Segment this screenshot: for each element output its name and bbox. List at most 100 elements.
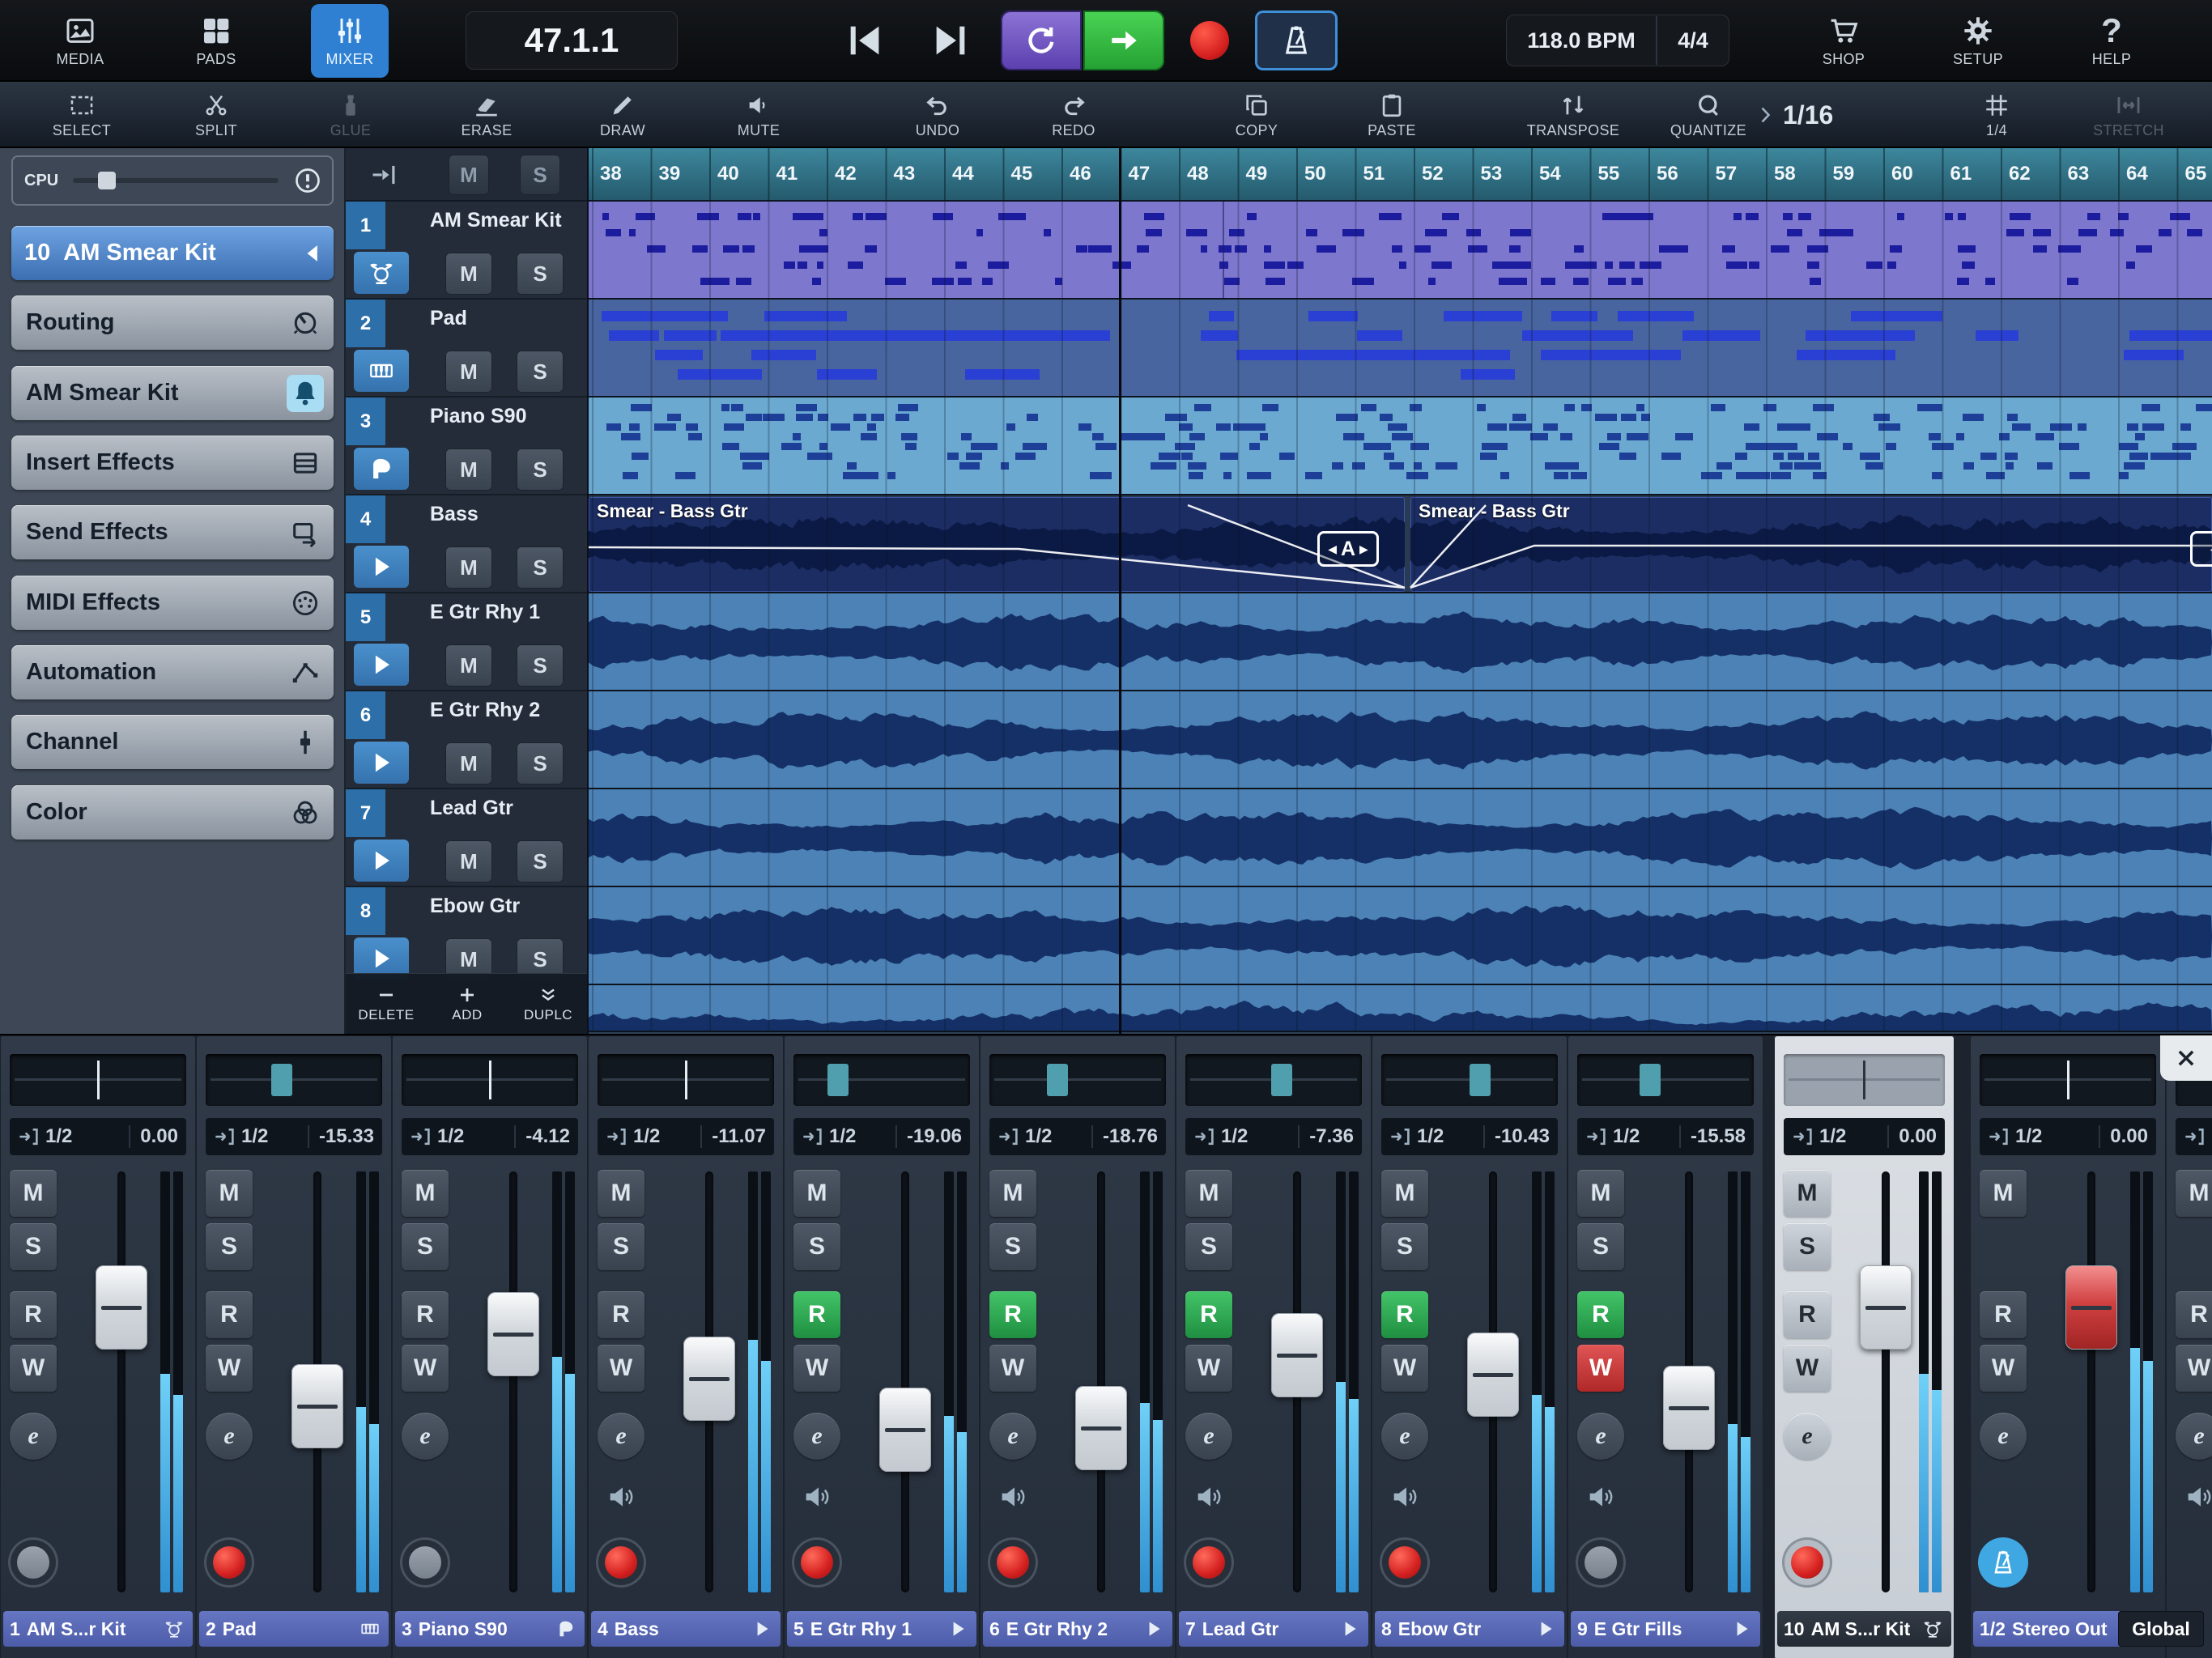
shop-button[interactable]: SHOP xyxy=(1795,4,1892,78)
playhead[interactable] xyxy=(1119,148,1121,1034)
channel-mute-button[interactable]: M xyxy=(402,1170,449,1217)
timeline-ruler[interactable]: 3839404142434445464748495051525354555657… xyxy=(589,148,2212,202)
tool-copy[interactable]: COPY xyxy=(1200,86,1313,144)
channel-edit-button[interactable]: e xyxy=(10,1413,57,1460)
track-icon-button[interactable] xyxy=(354,448,409,490)
track-icon-button[interactable] xyxy=(354,644,409,686)
channel-name-bar[interactable]: 7Lead Gtr xyxy=(1179,1611,1368,1647)
channel-edit-button[interactable]: e xyxy=(1784,1413,1831,1460)
track-solo-button[interactable]: S xyxy=(517,449,564,491)
pan-slider[interactable] xyxy=(1577,1054,1754,1106)
tool-glue[interactable]: GLUE xyxy=(294,86,407,144)
mixer-button[interactable]: MIXER xyxy=(311,4,389,78)
record-arm-button[interactable] xyxy=(1184,1537,1234,1588)
cpu-meter[interactable]: CPU xyxy=(11,155,334,206)
track-row-2[interactable]: 2PadMS xyxy=(346,300,589,397)
metronome-indicator[interactable] xyxy=(1978,1537,2028,1588)
write-automation-button[interactable]: W xyxy=(598,1345,644,1392)
pan-slider[interactable] xyxy=(10,1054,186,1106)
read-automation-button[interactable]: R xyxy=(1784,1291,1831,1338)
global-solo-indicator[interactable]: S xyxy=(520,155,560,195)
track-mute-button[interactable]: M xyxy=(445,546,492,589)
write-automation-button[interactable]: W xyxy=(989,1345,1036,1392)
timeline-lane[interactable] xyxy=(589,300,2212,397)
volume-fader[interactable] xyxy=(1467,1333,1519,1417)
track-row-3[interactable]: 3Piano S90MS xyxy=(346,397,589,495)
track-solo-button[interactable]: S xyxy=(517,644,564,687)
delete-track-button[interactable]: DELETE xyxy=(346,974,427,1034)
channel-name-bar[interactable]: 8Ebow Gtr xyxy=(1375,1611,1564,1647)
record-button[interactable] xyxy=(1190,21,1229,60)
channel-output-row[interactable]: 1/2-15.33 xyxy=(206,1118,382,1155)
write-automation-button[interactable]: W xyxy=(10,1345,57,1392)
channel-solo-button[interactable]: S xyxy=(206,1223,253,1270)
channel-solo-button[interactable]: S xyxy=(1381,1223,1428,1270)
record-arm-button[interactable] xyxy=(1576,1537,1626,1588)
pan-slider[interactable] xyxy=(1784,1054,1945,1106)
automation-marker-edge[interactable]: ◀ xyxy=(2190,531,2212,567)
channel-edit-button[interactable]: e xyxy=(1185,1413,1232,1460)
tool-stretch[interactable]: STRETCH xyxy=(2072,86,2185,144)
timeline-lane[interactable] xyxy=(589,887,2212,985)
timeline-lane[interactable]: Smear - Bass GtrSmear - Bass Gtr◀A▶◀ xyxy=(589,495,2212,593)
sidebar-item-routing[interactable]: Routing xyxy=(11,295,334,350)
tool-select[interactable]: SELECT xyxy=(25,86,138,144)
track-icon-button[interactable] xyxy=(354,252,409,294)
sidebar-item-send-effects[interactable]: Send Effects xyxy=(11,505,334,559)
tool-quantize[interactable]: QUANTIZE xyxy=(1652,86,1765,144)
media-button[interactable]: MEDIA xyxy=(32,4,129,78)
track-row-8[interactable]: 8Ebow GtrMS xyxy=(346,887,589,985)
mixer-strip-8[interactable]: 1/2-10.43MSRWe8Ebow Gtr xyxy=(1372,1035,1568,1658)
volume-fader[interactable] xyxy=(96,1265,147,1350)
channel-mute-button[interactable]: M xyxy=(206,1170,253,1217)
pan-slider[interactable] xyxy=(989,1054,1166,1106)
channel-mute-button[interactable]: M xyxy=(989,1170,1036,1217)
pan-slider[interactable] xyxy=(793,1054,970,1106)
timeline-lane[interactable] xyxy=(589,691,2212,789)
mixer-strip-1[interactable]: 1/20.00MSRWe1AM S...r Kit xyxy=(0,1035,196,1658)
mixer-strip-10[interactable]: 1/20.00MSRWe10AM S...r Kit xyxy=(1774,1035,1955,1658)
volume-fader[interactable] xyxy=(879,1388,931,1472)
add-track-button[interactable]: ADD xyxy=(427,974,508,1034)
channel-edit-button[interactable]: e xyxy=(402,1413,449,1460)
read-automation-button[interactable]: R xyxy=(1185,1291,1232,1338)
track-mute-button[interactable]: M xyxy=(445,840,492,882)
read-automation-button[interactable]: R xyxy=(598,1291,644,1338)
channel-name-bar[interactable]: 5E Gtr Rhy 1 xyxy=(787,1611,976,1647)
channel-output-row[interactable]: 1/2-15.58 xyxy=(1577,1118,1754,1155)
channel-solo-button[interactable]: S xyxy=(1185,1223,1232,1270)
tool-mute[interactable]: MUTE xyxy=(702,86,815,144)
monitor-speaker-icon[interactable] xyxy=(1388,1481,1422,1513)
tool-grid[interactable]: 1/4 xyxy=(1940,86,2053,144)
volume-fader[interactable] xyxy=(487,1292,539,1376)
read-automation-button[interactable]: R xyxy=(793,1291,840,1338)
volume-fader[interactable] xyxy=(291,1364,343,1448)
channel-mute-button[interactable]: M xyxy=(1980,1170,2027,1217)
channel-edit-button[interactable]: e xyxy=(793,1413,840,1460)
time-display[interactable]: 47.1.1 xyxy=(466,11,678,70)
volume-fader[interactable] xyxy=(1271,1313,1323,1397)
quantize-value-display[interactable]: 1/16 xyxy=(1755,86,1833,144)
global-mute-indicator[interactable]: M xyxy=(449,155,489,195)
track-solo-button[interactable]: S xyxy=(517,546,564,589)
track-mute-button[interactable]: M xyxy=(445,742,492,784)
fold-tracks-icon[interactable] xyxy=(367,159,401,190)
track-mute-button[interactable]: M xyxy=(445,449,492,491)
channel-name-bar[interactable]: 3Piano S90 xyxy=(395,1611,585,1647)
channel-output-row[interactable]: 1/20.00 xyxy=(1784,1118,1945,1155)
volume-fader[interactable] xyxy=(2065,1265,2117,1350)
channel-output-row[interactable]: 1/2-7.36 xyxy=(1185,1118,1362,1155)
read-automation-button[interactable]: R xyxy=(402,1291,449,1338)
read-automation-button[interactable]: R xyxy=(10,1291,57,1338)
cpu-slider[interactable] xyxy=(73,178,279,183)
tempo-display[interactable]: 118.0 BPM 4/4 xyxy=(1506,15,1729,66)
fader-track[interactable] xyxy=(1097,1171,1105,1592)
help-button[interactable]: ? HELP xyxy=(2063,4,2160,78)
arrange-area[interactable]: 3839404142434445464748495051525354555657… xyxy=(589,148,2212,1034)
write-automation-button[interactable]: W xyxy=(1980,1345,2027,1392)
channel-solo-button[interactable]: S xyxy=(10,1223,57,1270)
channel-solo-button[interactable]: S xyxy=(1784,1223,1831,1270)
monitor-speaker-icon[interactable] xyxy=(604,1481,638,1513)
global-button[interactable]: Global xyxy=(2118,1611,2204,1647)
channel-output-row[interactable]: 1/20.00 xyxy=(1980,1118,2156,1155)
